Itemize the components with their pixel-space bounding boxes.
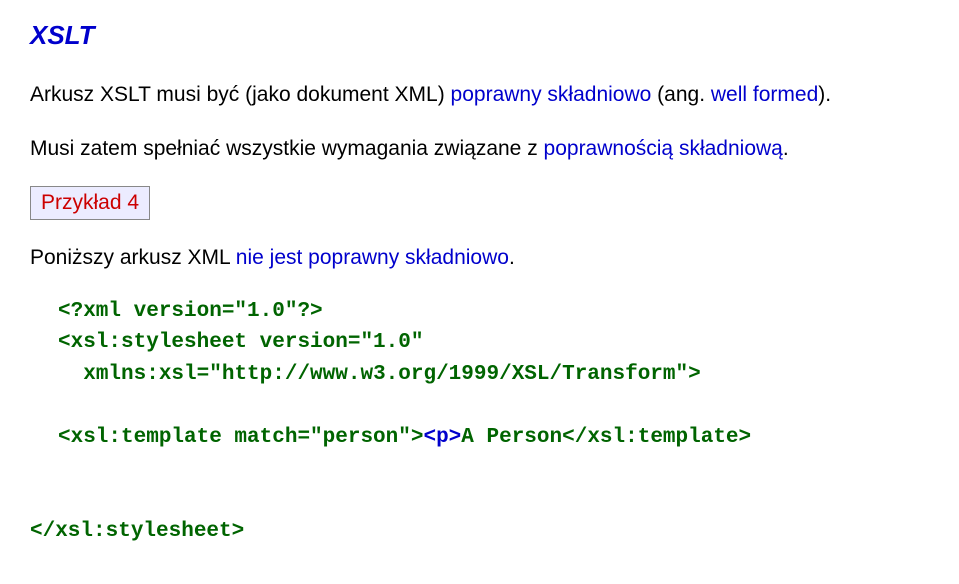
paragraph-2: Musi zatem spełniać wszystkie wymagania … (30, 133, 929, 165)
page-title: XSLT (30, 20, 929, 51)
paragraph-3: Poniższy arkusz XML nie jest poprawny sk… (30, 242, 929, 274)
code-line: A Person (461, 426, 562, 449)
code-line: </xsl:template> (562, 426, 751, 449)
text: ). (818, 83, 831, 106)
text-highlight: nie jest poprawny składniowo (236, 246, 509, 269)
text: Poniższy arkusz XML (30, 246, 236, 269)
text-highlight: poprawnością składniową (544, 137, 783, 160)
code-line: <xsl:stylesheet version="1.0" (58, 331, 423, 354)
text: . (509, 246, 515, 269)
code-line: xmlns:xsl="http://www.w3.org/1999/XSL/Tr… (83, 363, 701, 386)
code-line-highlight: <p> (423, 426, 461, 449)
text: . (783, 137, 789, 160)
paragraph-1: Arkusz XSLT musi być (jako dokument XML)… (30, 79, 929, 111)
text: Musi zatem spełniać wszystkie wymagania … (30, 137, 544, 160)
code-block: <?xml version="1.0"?> <xsl:stylesheet ve… (30, 296, 929, 548)
text: (ang. (657, 83, 711, 106)
code-line: </xsl:stylesheet> (30, 520, 244, 543)
text-highlight: poprawny składniowo (451, 83, 658, 106)
text: Arkusz XSLT musi być (jako dokument XML) (30, 83, 451, 106)
example-label: Przykład 4 (30, 186, 150, 220)
code-line: <?xml version="1.0"?> (58, 300, 323, 323)
code-line: <xsl:template match="person"> (58, 426, 423, 449)
text-highlight: well formed (711, 83, 818, 106)
